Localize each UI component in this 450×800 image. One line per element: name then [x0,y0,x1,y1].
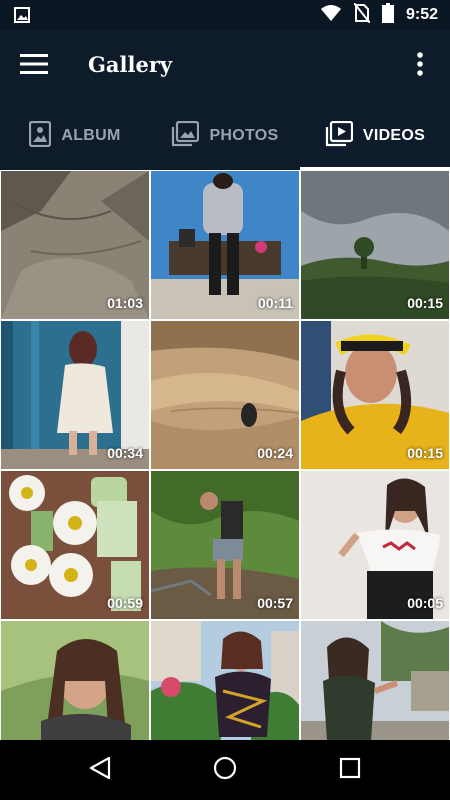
video-duration: 00:57 [257,595,293,611]
home-icon [213,756,237,785]
tab-videos-label: VIDEOS [362,127,426,144]
video-thumbnail[interactable] [1,621,149,740]
image-icon [14,7,30,28]
overflow-menu-button[interactable] [408,50,432,82]
video-duration: 00:05 [407,595,443,611]
video-thumbnail[interactable]: 00:15 [301,171,449,319]
video-duration: 01:03 [107,295,143,311]
no-sim-icon [353,1,371,28]
video-thumbnail[interactable]: 00:34 [1,321,149,469]
video-thumbnail[interactable] [151,621,299,740]
home-button[interactable] [205,750,245,790]
video-thumbnail[interactable]: 00:15 [301,321,449,469]
page-title: Gallery [88,52,173,77]
video-duration: 00:59 [107,595,143,611]
status-time: 9:52 [405,6,438,23]
photos-icon [171,120,200,152]
back-button[interactable] [80,750,120,790]
video-thumbnail[interactable]: 00:57 [151,471,299,619]
app-bar: Gallery [0,30,450,102]
more-vert-icon [417,51,423,81]
video-duration: 00:11 [257,295,293,311]
battery-icon [381,2,394,28]
status-bar: 9:52 [0,0,450,30]
video-duration: 00:15 [407,295,443,311]
video-thumbnail[interactable]: 00:11 [151,171,299,319]
video-duration: 00:15 [407,445,443,461]
tab-bar: ALBUM PHOTOS VIDEOS [0,102,450,170]
video-thumbnail[interactable]: 00:24 [151,321,299,469]
video-thumbnail[interactable]: 01:03 [1,171,149,319]
recents-button[interactable] [330,750,370,790]
menu-icon [20,53,48,79]
album-icon [29,120,52,152]
status-icons: 9:52 [320,0,438,30]
recents-icon [339,757,361,784]
thumbnail-image [151,621,299,740]
wifi-icon [320,4,342,27]
tab-videos[interactable]: VIDEOS [300,102,450,170]
back-icon [89,756,111,785]
video-grid: 01:03 00:11 00:15 00:34 00:24 00:15 00:5… [0,170,450,740]
video-thumbnail[interactable]: 00:05 [301,471,449,619]
tab-album-label: ALBUM [61,127,121,144]
video-thumbnail[interactable]: 00:59 [1,471,149,619]
video-duration: 00:34 [107,445,143,461]
system-nav-bar [0,740,450,800]
tab-photos[interactable]: PHOTOS [150,102,300,170]
tab-album[interactable]: ALBUM [0,102,150,170]
thumbnail-image [301,621,449,740]
video-thumbnail[interactable] [301,621,449,740]
tab-photos-label: PHOTOS [209,127,279,144]
menu-button[interactable] [14,50,54,82]
thumbnail-image [1,621,149,740]
video-duration: 00:24 [257,445,293,461]
video-library-icon [325,120,353,152]
